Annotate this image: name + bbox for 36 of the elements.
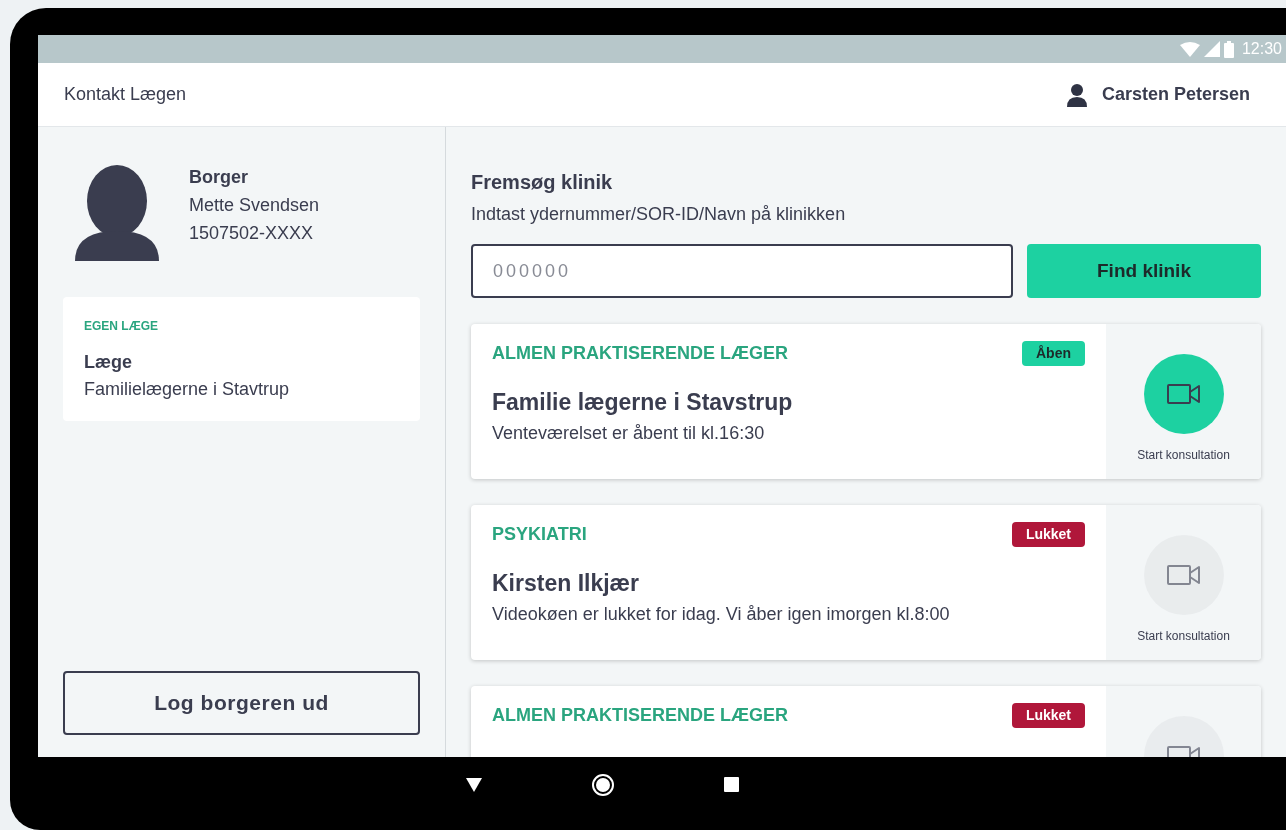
user-icon (1065, 82, 1088, 107)
clinic-note: Venteværelset er åbent til kl.16:30 (492, 421, 766, 445)
video-camera-icon (1166, 563, 1201, 587)
clinic-name: Familie lægerne i Stavstrup (492, 388, 794, 417)
clinic-category: ALMEN PRAKTISERENDE LÆGER (492, 704, 788, 727)
battery-icon (1223, 40, 1234, 58)
find-clinic-button[interactable]: Find klinik (1027, 244, 1261, 298)
search-hint: Indtast ydernummer/SOR-ID/Navn på klinikken (471, 203, 847, 226)
status-badge: Åben (1022, 341, 1085, 366)
doctor-label: Læge (84, 351, 133, 374)
video-camera-icon (1166, 382, 1201, 406)
back-icon[interactable] (465, 777, 482, 792)
patient-role: Borger (189, 166, 249, 189)
search-title: Fremsøg klinik (471, 170, 614, 195)
patient-id: 1507502-XXXX (189, 222, 315, 245)
app-title: Kontakt Lægen (64, 83, 187, 106)
clinic-note: Videokøen er lukket for idag. Vi åber igen imorgen kl.8:00 (492, 602, 951, 626)
status-badge: Lukket (1011, 703, 1085, 728)
recents-icon[interactable] (723, 777, 739, 792)
start-consultation-label: Start konsultation (1137, 447, 1230, 464)
wifi-icon (1179, 41, 1200, 57)
patient-name: Mette Svendsen (189, 194, 320, 217)
doctor-clinic: Familielægerne i Stavtrup (84, 378, 291, 401)
avatar-silhouette-icon (75, 165, 159, 261)
own-doctor-heading: EGEN LÆGE (84, 318, 159, 335)
clinic-category: ALMEN PRAKTISERENDE LÆGER (492, 342, 788, 365)
home-icon[interactable] (591, 773, 614, 796)
logout-button[interactable]: Log borgeren ud (63, 671, 420, 735)
clinic-category: PSYKIATRI (492, 523, 587, 546)
user-name: Carsten Petersen (1101, 83, 1250, 106)
clock: 12:30 (1241, 39, 1282, 59)
clinic-name: Kirsten Ilkjær (492, 569, 640, 598)
search-field[interactable]: 000000 (471, 244, 1013, 298)
status-badge: Lukket (1011, 522, 1085, 547)
signal-icon (1203, 41, 1220, 57)
start-consultation-label: Start konsultation (1137, 628, 1230, 645)
